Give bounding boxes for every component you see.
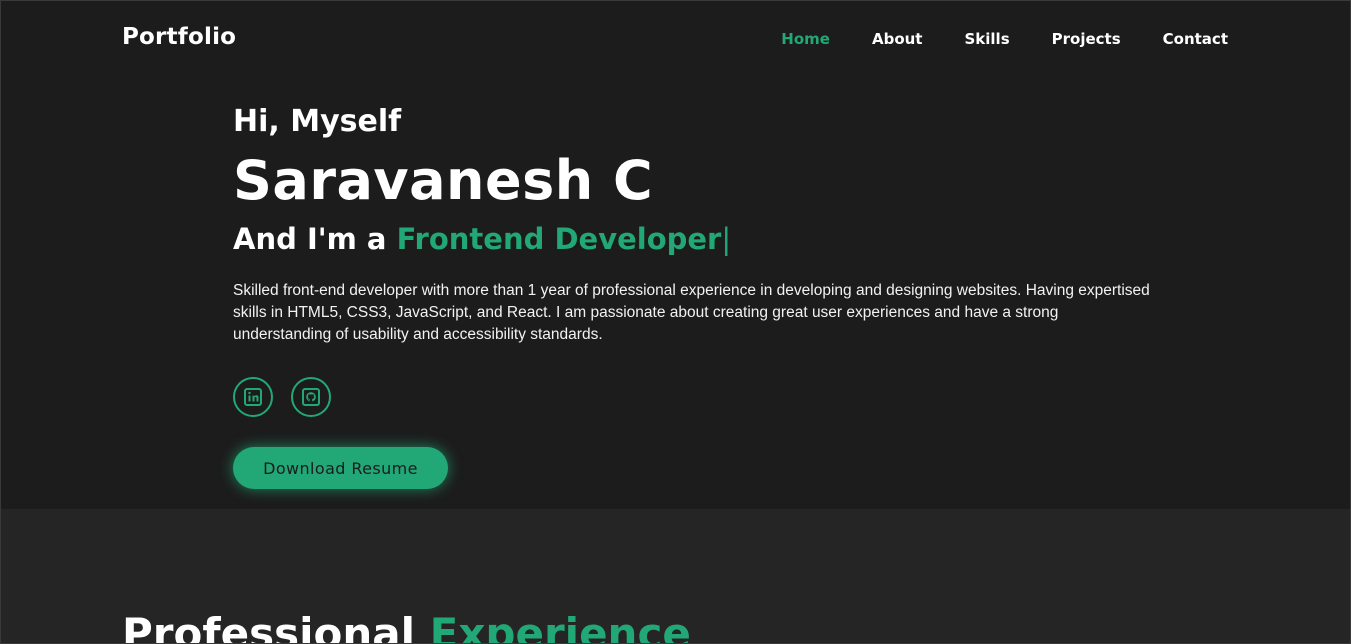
hero-role-line: And I'm a Frontend Developer| xyxy=(233,222,731,256)
linkedin-button[interactable] xyxy=(233,377,273,417)
typing-cursor: | xyxy=(721,222,732,256)
navbar: Portfolio Home About Skills Projects Con… xyxy=(1,1,1350,77)
nav-link-projects[interactable]: Projects xyxy=(1052,30,1121,48)
page: Portfolio Home About Skills Projects Con… xyxy=(0,0,1351,644)
nav-link-home[interactable]: Home xyxy=(781,30,830,48)
nav-links: Home About Skills Projects Contact xyxy=(739,30,1228,48)
nav-link-skills[interactable]: Skills xyxy=(964,30,1009,48)
nav-link-contact[interactable]: Contact xyxy=(1163,30,1228,48)
hero-bio: Skilled front-end developer with more th… xyxy=(233,282,1150,343)
role-text: Frontend Developer xyxy=(396,222,722,256)
hero-name: Saravanesh C xyxy=(233,149,654,212)
hero-section: Hi, Myself Saravanesh C And I'm a Fronte… xyxy=(1,77,1350,509)
github-icon xyxy=(302,388,320,406)
github-button[interactable] xyxy=(291,377,331,417)
social-links xyxy=(233,377,349,417)
role-prefix: And I'm a xyxy=(233,222,397,256)
logo[interactable]: Portfolio xyxy=(122,24,236,50)
experience-title-prefix: Professional xyxy=(122,609,430,644)
download-resume-button[interactable]: Download Resume xyxy=(233,447,448,489)
hero-greeting: Hi, Myself xyxy=(233,104,402,139)
experience-section: Professional Experience xyxy=(1,509,1350,644)
linkedin-icon xyxy=(244,388,262,406)
experience-title-accent: Experience xyxy=(429,609,691,644)
experience-title: Professional Experience xyxy=(122,609,691,644)
nav-link-about[interactable]: About xyxy=(872,30,923,48)
